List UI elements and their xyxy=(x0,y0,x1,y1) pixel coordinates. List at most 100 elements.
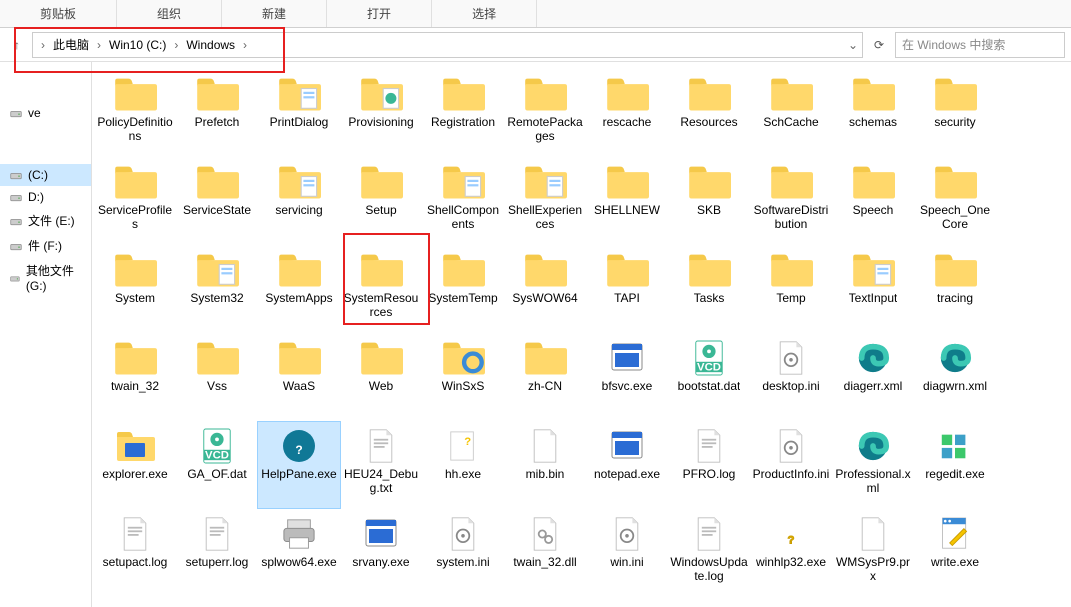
sidebar-item[interactable] xyxy=(0,132,91,140)
file-item[interactable]: WindowsUpdate.log xyxy=(668,510,750,596)
folder-item[interactable]: servicing xyxy=(258,158,340,244)
sidebar-item[interactable] xyxy=(0,94,91,102)
sidebar-item[interactable] xyxy=(0,78,91,86)
folder-item[interactable]: security xyxy=(914,70,996,156)
folder-item[interactable]: Registration xyxy=(422,70,504,156)
breadcrumb[interactable]: › 此电脑›Win10 (C:)›Windows›⌄ xyxy=(32,32,863,58)
refresh-button[interactable]: ⟳ xyxy=(867,33,891,57)
sidebar-item[interactable]: 其他文件 (G:) xyxy=(0,258,91,297)
folder-item[interactable]: System xyxy=(94,246,176,332)
file-item[interactable]: write.exe xyxy=(914,510,996,596)
sidebar-item[interactable] xyxy=(0,140,91,148)
folder-item[interactable]: PolicyDefinitions xyxy=(94,70,176,156)
folder-item[interactable]: tracing xyxy=(914,246,996,332)
folder-item[interactable]: ServiceProfiles xyxy=(94,158,176,244)
sidebar-item[interactable]: (C:) xyxy=(0,164,91,186)
breadcrumb-dropdown[interactable]: ⌄ xyxy=(848,38,858,52)
file-item[interactable]: explorer.exe xyxy=(94,422,176,508)
sidebar-item[interactable]: D:) xyxy=(0,186,91,208)
sidebar-item[interactable] xyxy=(0,124,91,132)
file-icon xyxy=(767,338,815,378)
folder-item[interactable]: Resources xyxy=(668,70,750,156)
ribbon-group[interactable]: 打开 xyxy=(327,0,432,27)
file-item[interactable]: twain_32.dll xyxy=(504,510,586,596)
folder-item[interactable]: Prefetch xyxy=(176,70,258,156)
file-item[interactable]: VCDbootstat.dat xyxy=(668,334,750,420)
folder-item[interactable]: SystemTemp xyxy=(422,246,504,332)
file-item[interactable]: PFRO.log xyxy=(668,422,750,508)
folder-item[interactable]: WinSxS xyxy=(422,334,504,420)
file-item[interactable]: ?hh.exe xyxy=(422,422,504,508)
folder-item[interactable]: PrintDialog xyxy=(258,70,340,156)
file-item[interactable]: ?HelpPane.exe xyxy=(258,422,340,508)
folder-item[interactable]: SKB xyxy=(668,158,750,244)
folder-item[interactable]: Vss xyxy=(176,334,258,420)
folder-item[interactable]: rescache xyxy=(586,70,668,156)
folder-item[interactable]: Speech xyxy=(832,158,914,244)
file-icon xyxy=(111,514,159,554)
folder-item[interactable]: SysWOW64 xyxy=(504,246,586,332)
breadcrumb-item[interactable]: 此电脑 xyxy=(49,34,93,55)
folder-item[interactable]: Provisioning xyxy=(340,70,422,156)
folder-item[interactable]: SystemApps xyxy=(258,246,340,332)
sidebar-item[interactable] xyxy=(0,86,91,94)
folder-item[interactable]: Temp xyxy=(750,246,832,332)
folder-item[interactable]: WaaS xyxy=(258,334,340,420)
folder-item[interactable]: RemotePackages xyxy=(504,70,586,156)
folder-item[interactable]: schemas xyxy=(832,70,914,156)
item-label: Provisioning xyxy=(348,116,413,130)
folder-item[interactable]: TextInput xyxy=(832,246,914,332)
folder-item[interactable]: Tasks xyxy=(668,246,750,332)
folder-item[interactable]: ServiceState xyxy=(176,158,258,244)
ribbon-group[interactable]: 新建 xyxy=(222,0,327,27)
file-item[interactable]: bfsvc.exe xyxy=(586,334,668,420)
file-item[interactable]: notepad.exe xyxy=(586,422,668,508)
file-icon: ? xyxy=(767,514,815,554)
file-item[interactable]: VCDGA_OF.dat xyxy=(176,422,258,508)
file-item[interactable]: setuperr.log xyxy=(176,510,258,596)
folder-item[interactable]: zh-CN xyxy=(504,334,586,420)
ribbon-group[interactable]: 剪贴板 xyxy=(0,0,117,27)
file-item[interactable]: diagwrn.xml xyxy=(914,334,996,420)
file-item[interactable]: diagerr.xml xyxy=(832,334,914,420)
sidebar-item[interactable]: 件 (F:) xyxy=(0,233,91,258)
file-item[interactable]: WMSysPr9.prx xyxy=(832,510,914,596)
sidebar-item[interactable] xyxy=(0,70,91,78)
folder-item[interactable]: System32 xyxy=(176,246,258,332)
ribbon-group-label: 打开 xyxy=(367,5,391,22)
folder-item[interactable]: twain_32 xyxy=(94,334,176,420)
file-item[interactable]: HEU24_Debug.txt xyxy=(340,422,422,508)
file-item[interactable]: srvany.exe xyxy=(340,510,422,596)
file-item[interactable]: win.ini xyxy=(586,510,668,596)
file-item[interactable]: ProductInfo.ini xyxy=(750,422,832,508)
folder-item[interactable]: Setup xyxy=(340,158,422,244)
sidebar-item[interactable] xyxy=(0,148,91,156)
file-item[interactable]: mib.bin xyxy=(504,422,586,508)
sidebar-item[interactable] xyxy=(0,156,91,164)
breadcrumb-item[interactable]: Windows xyxy=(182,36,239,54)
folder-item[interactable]: ShellExperiences xyxy=(504,158,586,244)
ribbon-group[interactable]: 选择 xyxy=(432,0,537,27)
folder-item[interactable]: SHELLNEW xyxy=(586,158,668,244)
search-input[interactable]: 在 Windows 中搜索 xyxy=(895,32,1065,58)
file-item[interactable]: desktop.ini xyxy=(750,334,832,420)
ribbon-group[interactable]: 组织 xyxy=(117,0,222,27)
file-item[interactable]: regedit.exe xyxy=(914,422,996,508)
breadcrumb-item[interactable]: Win10 (C:) xyxy=(105,36,170,54)
folder-item[interactable]: Speech_OneCore xyxy=(914,158,996,244)
folder-item[interactable]: SoftwareDistribution xyxy=(750,158,832,244)
folder-item[interactable]: SystemResources xyxy=(340,246,422,332)
file-item[interactable]: system.ini xyxy=(422,510,504,596)
folder-icon xyxy=(685,162,733,202)
folder-item[interactable]: TAPI xyxy=(586,246,668,332)
file-item[interactable]: Professional.xml xyxy=(832,422,914,508)
file-item[interactable]: setupact.log xyxy=(94,510,176,596)
nav-up-button[interactable]: ↑ xyxy=(6,34,28,56)
file-item[interactable]: ?winhlp32.exe xyxy=(750,510,832,596)
folder-item[interactable]: ShellComponents xyxy=(422,158,504,244)
sidebar-item[interactable]: ve xyxy=(0,102,91,124)
sidebar-item[interactable]: 文件 (E:) xyxy=(0,208,91,233)
folder-item[interactable]: Web xyxy=(340,334,422,420)
file-item[interactable]: splwow64.exe xyxy=(258,510,340,596)
folder-item[interactable]: SchCache xyxy=(750,70,832,156)
